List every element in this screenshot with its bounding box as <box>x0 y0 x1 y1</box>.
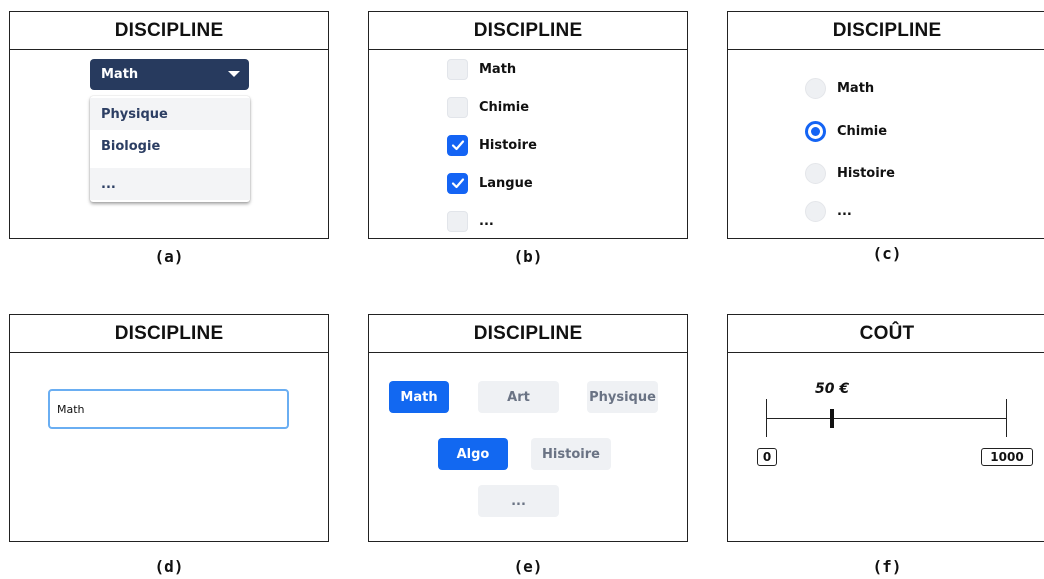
caret-down-icon <box>228 71 240 77</box>
panel-dropdown: DISCIPLINE Math Physique Biologie ... <box>9 11 329 239</box>
dropdown-menu: Physique Biologie ... <box>90 96 250 202</box>
radio-item[interactable]: Math <box>805 77 874 99</box>
checkbox-item[interactable]: ... <box>447 210 494 232</box>
radio-item[interactable]: Histoire <box>805 162 895 184</box>
dropdown-option-more[interactable]: ... <box>90 168 250 200</box>
panel-title: DISCIPLINE <box>369 12 687 50</box>
slider-thumb[interactable] <box>830 409 834 428</box>
dropdown-option-physique[interactable]: Physique <box>90 98 250 130</box>
checkbox-item[interactable]: Chimie <box>447 96 529 118</box>
caption-b: (b) <box>513 247 543 266</box>
checkbox-item[interactable]: Langue <box>447 172 533 194</box>
caption-e: (e) <box>513 557 543 576</box>
chip-selected[interactable]: Algo <box>438 438 508 470</box>
radio-item[interactable]: Chimie <box>805 120 887 142</box>
checkmark-icon <box>451 178 464 189</box>
chip-selected[interactable]: Math <box>389 381 449 413</box>
checkbox-item[interactable]: Math <box>447 58 516 80</box>
caption-c: (c) <box>872 244 902 263</box>
radio-unselected[interactable] <box>805 200 826 222</box>
checkbox-checked[interactable] <box>447 134 468 156</box>
slider-max-label: 1000 <box>981 448 1033 466</box>
checkbox-checked[interactable] <box>447 172 468 194</box>
slider-value-label: 50 € <box>815 381 850 397</box>
caption-d: (d) <box>154 557 184 576</box>
checkbox-label: Histoire <box>479 137 537 153</box>
dropdown-option-biologie[interactable]: Biologie <box>90 130 250 162</box>
radio-selected[interactable] <box>805 120 826 142</box>
chip[interactable]: Histoire <box>531 438 611 470</box>
checkbox-unchecked[interactable] <box>447 58 468 80</box>
radio-label: Chimie <box>837 123 888 139</box>
panel-title: DISCIPLINE <box>10 315 328 353</box>
checkbox-label: Math <box>479 61 517 77</box>
input-value: Math <box>57 402 85 416</box>
checkbox-label: Langue <box>479 175 533 191</box>
slider-end-tick <box>1006 399 1007 437</box>
checkbox-label: Chimie <box>479 99 530 115</box>
panel-title: DISCIPLINE <box>10 12 328 50</box>
caption-f: (f) <box>872 557 902 576</box>
checkbox-item[interactable]: Histoire <box>447 134 537 156</box>
panel-chips: DISCIPLINE Math Art Physique Algo Histoi… <box>368 314 688 542</box>
panel-title: DISCIPLINE <box>369 315 687 353</box>
checkbox-unchecked[interactable] <box>447 96 468 118</box>
slider-min-label: 0 <box>757 448 777 466</box>
chip[interactable]: Art <box>478 381 559 413</box>
radio-label: Math <box>837 80 875 96</box>
checkbox-label: ... <box>479 213 494 229</box>
panel-title: COÛT <box>728 315 1044 353</box>
checkmark-icon <box>451 140 464 151</box>
radio-item[interactable]: ... <box>805 200 852 222</box>
dropdown-selected-value: Math <box>101 67 139 82</box>
caption-a: (a) <box>154 247 184 266</box>
panel-text-input: DISCIPLINE Math <box>9 314 329 542</box>
panel-radios: DISCIPLINE Math Chimie Histoire ... <box>727 11 1044 239</box>
chip[interactable]: Physique <box>587 381 658 413</box>
discipline-text-input[interactable]: Math <box>48 389 289 429</box>
panel-slider: COÛT 50 € 0 1000 <box>727 314 1044 542</box>
radio-label: ... <box>837 203 852 219</box>
checkbox-unchecked[interactable] <box>447 210 468 232</box>
radio-unselected[interactable] <box>805 162 826 184</box>
panel-title: DISCIPLINE <box>728 12 1044 50</box>
chip-more[interactable]: ... <box>478 485 559 517</box>
panel-checkboxes: DISCIPLINE Math Chimie Histoire Langue .… <box>368 11 688 239</box>
radio-label: Histoire <box>837 165 895 181</box>
discipline-dropdown[interactable]: Math <box>90 59 249 90</box>
slider-track[interactable] <box>766 418 1006 419</box>
radio-unselected[interactable] <box>805 77 826 99</box>
